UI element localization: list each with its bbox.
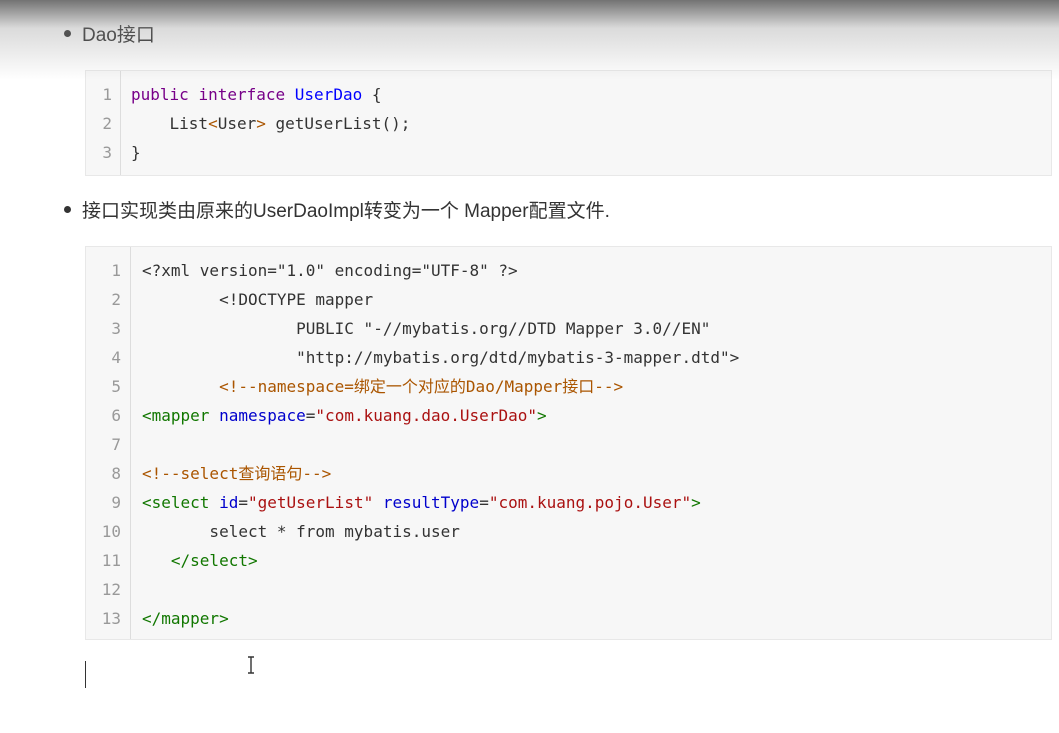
code-line: 3}: [86, 138, 1051, 167]
code-line: 5 <!--namespace=绑定一个对应的Dao/Mapper接口-->: [86, 372, 1051, 401]
code-token: </mapper>: [142, 609, 229, 628]
code-line: 11 </select>: [86, 546, 1051, 575]
code-token: =: [305, 406, 316, 425]
code-block-dao-interface[interactable]: 1 public interface UserDao {2 List<User> …: [85, 70, 1052, 176]
line-number: 1: [102, 85, 112, 104]
code-text: <select id="getUserList" resultType="com…: [142, 488, 701, 517]
code-text: List<User> getUserList();: [131, 109, 411, 138]
code-block-mapper-xml[interactable]: 1 <?xml version="1.0" encoding="UTF-8" ?>…: [85, 246, 1052, 640]
code-token: User: [217, 114, 257, 133]
text-cursor: [85, 661, 86, 688]
code-token: <!--namespace=绑定一个对应的Dao/Mapper接口-->: [142, 377, 624, 396]
line-number: 9: [111, 493, 121, 512]
code-token: id: [219, 493, 239, 512]
code-text: PUBLIC "-//mybatis.org//DTD Mapper 3.0//…: [142, 314, 710, 343]
code-token: <mapper: [142, 406, 210, 425]
code-token: >: [256, 114, 266, 133]
code-line: 8 <!--select查询语句-->: [86, 459, 1051, 488]
code-text: "http://mybatis.org/dtd/mybatis-3-mapper…: [142, 343, 739, 372]
code-line: 1 public interface UserDao {: [86, 80, 1051, 109]
code-line: 10 select * from mybatis.user: [86, 517, 1051, 546]
code-token: >: [536, 406, 547, 425]
code-line: 1 <?xml version="1.0" encoding="UTF-8" ?>: [86, 256, 1051, 285]
code-line: 3 PUBLIC "-//mybatis.org//DTD Mapper 3.0…: [86, 314, 1051, 343]
code-token: <?xml version="1.0" encoding="UTF-8" ?>: [142, 261, 518, 280]
code-lines: 1 public interface UserDao {2 List<User> …: [86, 80, 1051, 167]
line-number: 5: [111, 377, 121, 396]
line-number: 11: [101, 551, 121, 570]
code-line: 2 <!DOCTYPE mapper: [86, 285, 1051, 314]
code-token: >: [691, 493, 701, 512]
code-text: <!--select查询语句-->: [142, 459, 331, 488]
code-token: <: [208, 114, 218, 133]
line-number: 3: [102, 143, 112, 162]
code-token: List: [131, 114, 209, 133]
code-line: 13 </mapper>: [86, 604, 1051, 633]
line-number: 4: [111, 348, 121, 367]
line-number: 1: [111, 261, 121, 280]
code-token: </select>: [142, 551, 258, 570]
code-token: <!--select查询语句-->: [142, 464, 332, 483]
code-line: 6 <mapper namespace="com.kuang.dao.UserDa…: [86, 401, 1051, 430]
code-token: PUBLIC "-//mybatis.org//DTD Mapper 3.0//…: [142, 319, 711, 338]
bullet-item-mapper-config: 接口实现类由原来的UserDaoImpl转变为一个 Mapper配置文件.: [64, 200, 610, 224]
line-number: 3: [111, 319, 121, 338]
line-number: 13: [101, 609, 121, 628]
line-number: 6: [111, 406, 121, 425]
code-token: }: [131, 143, 141, 162]
line-number: 10: [101, 522, 121, 541]
code-line: 9 <select id="getUserList" resultType="co…: [86, 488, 1051, 517]
code-token: {: [362, 85, 382, 104]
code-text: <?xml version="1.0" encoding="UTF-8" ?>: [142, 256, 518, 285]
code-token: interface: [198, 85, 286, 104]
ibeam-cursor-icon: [248, 656, 254, 674]
code-token: "http://mybatis.org/dtd/mybatis-3-mapper…: [142, 348, 740, 367]
code-text: public interface UserDao {: [131, 80, 381, 109]
code-token: <select: [142, 493, 210, 512]
code-text: }: [131, 138, 141, 167]
code-token: <!DOCTYPE mapper: [142, 290, 374, 309]
code-token: "com.kuang.pojo.User": [488, 493, 692, 512]
line-number: 2: [102, 114, 112, 133]
code-line: 2 List<User> getUserList();: [86, 109, 1051, 138]
code-token: public: [131, 85, 189, 104]
code-token: getUserList();: [265, 114, 411, 133]
code-line: 12: [86, 575, 1051, 604]
line-number: 8: [111, 464, 121, 483]
code-token: "getUserList": [247, 493, 374, 512]
bullet-dot: [64, 206, 71, 214]
bullet-text: 接口实现类由原来的UserDaoImpl转变为一个 Mapper配置文件.: [82, 201, 610, 222]
code-line: 4 "http://mybatis.org/dtd/mybatis-3-mapp…: [86, 343, 1051, 372]
top-shadow-overlay: [0, 0, 1059, 80]
code-token: select * from mybatis.user: [142, 522, 460, 541]
code-token: resultType: [382, 493, 480, 512]
code-text: <mapper namespace="com.kuang.dao.UserDao…: [142, 401, 547, 430]
code-token: namespace: [219, 406, 306, 425]
code-token: =: [479, 493, 489, 512]
code-text: <!DOCTYPE mapper: [142, 285, 373, 314]
code-token: =: [238, 493, 248, 512]
code-token: "com.kuang.dao.UserDao": [315, 406, 537, 425]
code-lines: 1 <?xml version="1.0" encoding="UTF-8" ?>…: [86, 256, 1051, 633]
line-number: 2: [111, 290, 121, 309]
bullet-dot: [64, 30, 71, 38]
code-text: </select>: [142, 546, 258, 575]
code-text: </mapper>: [142, 604, 229, 633]
bullet-item-dao-interface: Dao接口: [64, 24, 155, 48]
code-line: 7: [86, 430, 1051, 459]
bullet-text: Dao接口: [82, 25, 155, 46]
code-text: select * from mybatis.user: [142, 517, 460, 546]
code-text: <!--namespace=绑定一个对应的Dao/Mapper接口-->: [142, 372, 623, 401]
line-number: 12: [101, 580, 121, 599]
code-token: UserDao: [294, 85, 363, 104]
line-number: 7: [111, 435, 121, 454]
